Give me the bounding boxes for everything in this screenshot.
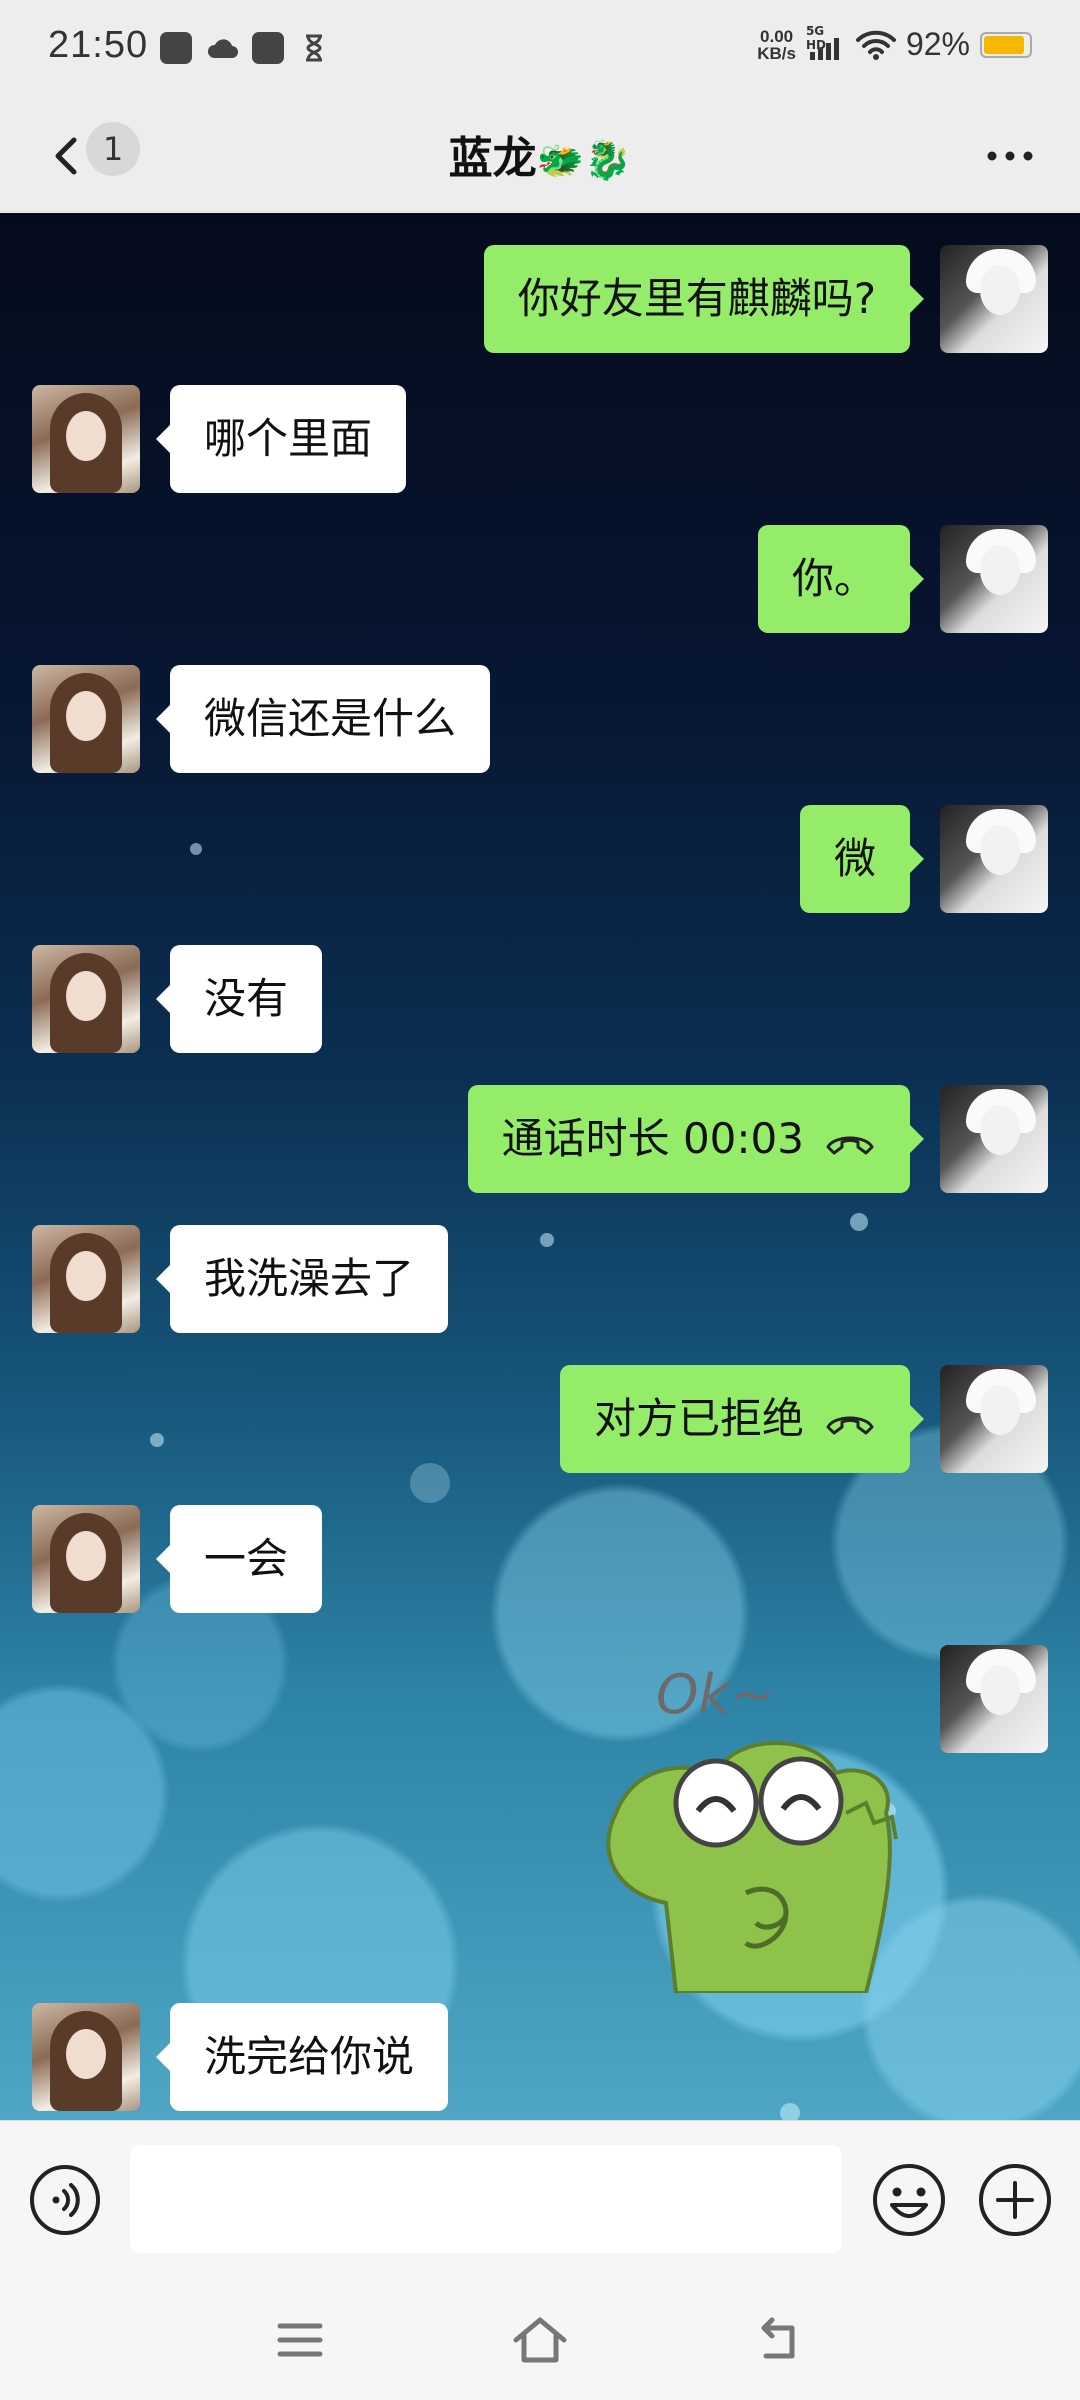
net-speed: 0.00 KB/s: [757, 26, 796, 63]
phone-hangup-icon: [826, 1416, 874, 1434]
app-icon: [160, 32, 192, 64]
message-row: 没有: [0, 945, 1080, 1055]
message-row: 哪个里面: [0, 385, 1080, 495]
contact-avatar[interactable]: [32, 945, 140, 1053]
my-avatar[interactable]: [940, 525, 1048, 633]
my-avatar[interactable]: [940, 1085, 1048, 1193]
contact-avatar[interactable]: [32, 385, 140, 493]
contact-avatar[interactable]: [32, 665, 140, 773]
title-emoji: 🐲🐉: [536, 138, 632, 182]
contact-message-bubble[interactable]: 一会: [155, 1505, 323, 1613]
home-icon[interactable]: [510, 2310, 570, 2370]
notification-icons: [160, 32, 330, 64]
message-row: 一会: [0, 1505, 1080, 1615]
message-row: 微: [0, 805, 1080, 915]
my-avatar[interactable]: [940, 245, 1048, 353]
status-bar: 21:50 0.00 KB/s 5G HD 92%: [0, 0, 1080, 100]
call-duration-bubble[interactable]: 通话时长 00:03: [467, 1085, 925, 1193]
hourglass-icon: [298, 32, 330, 64]
message-row: 微信还是什么: [0, 665, 1080, 775]
cloud-icon: [206, 32, 238, 64]
contact-avatar[interactable]: [32, 2003, 140, 2111]
my-message-bubble[interactable]: 微: [799, 805, 925, 913]
back-nav-icon[interactable]: [750, 2310, 810, 2370]
contact-message-bubble[interactable]: 哪个里面: [155, 385, 407, 493]
my-message-bubble[interactable]: 你好友里有麒麟吗?: [483, 245, 925, 353]
message-row: 洗完给你说: [0, 2003, 1080, 2113]
chat-area[interactable]: 你好友里有麒麟吗? 哪个里面 你。 微信还是什么 微 没有 通话时长 00:03…: [0, 213, 1080, 2120]
message-row: 我洗澡去了: [0, 1225, 1080, 1335]
mail-icon: [252, 32, 284, 64]
status-time: 21:50: [48, 24, 149, 66]
chat-title[interactable]: 蓝龙🐲🐉: [0, 122, 1080, 186]
contact-message-bubble[interactable]: 微信还是什么: [155, 665, 491, 773]
message-row: 对方已拒绝: [0, 1365, 1080, 1475]
call-rejected-bubble[interactable]: 对方已拒绝: [559, 1365, 925, 1473]
my-message-bubble[interactable]: 你。: [757, 525, 925, 633]
battery-icon: [980, 31, 1032, 58]
message-row: 通话时长 00:03: [0, 1085, 1080, 1195]
message-row: 你好友里有麒麟吗?: [0, 245, 1080, 355]
contact-message-bubble[interactable]: 我洗澡去了: [155, 1225, 449, 1333]
contact-avatar[interactable]: [32, 1505, 140, 1613]
my-avatar[interactable]: [940, 1365, 1048, 1473]
chat-header: 1 蓝龙🐲🐉: [0, 100, 1080, 212]
input-bar: [0, 2120, 1080, 2280]
phone-hangup-icon: [826, 1136, 874, 1154]
wifi-icon: [855, 30, 896, 60]
sticker-text: Ok~: [656, 1663, 775, 1726]
contact-message-bubble[interactable]: 洗完给你说: [155, 2003, 449, 2111]
more-dots-icon[interactable]: [980, 136, 1040, 176]
frog-ok-sticker[interactable]: Ok~: [596, 1653, 916, 1993]
voice-icon[interactable]: [28, 2163, 102, 2237]
my-avatar[interactable]: [940, 805, 1048, 913]
signal-icon: 5G HD: [806, 24, 846, 62]
system-nav-bar: [0, 2280, 1080, 2400]
contact-avatar[interactable]: [32, 1225, 140, 1333]
contact-message-bubble[interactable]: 没有: [155, 945, 323, 1053]
battery-fill: [984, 35, 1025, 54]
message-row: [0, 1645, 1080, 1755]
message-row: 你。: [0, 525, 1080, 635]
menu-icon[interactable]: [270, 2310, 330, 2370]
message-input[interactable]: [130, 2145, 842, 2253]
my-avatar[interactable]: [940, 1645, 1048, 1753]
emoji-icon[interactable]: [870, 2161, 948, 2239]
plus-icon[interactable]: [976, 2161, 1054, 2239]
battery-percent: 92%: [905, 26, 970, 62]
